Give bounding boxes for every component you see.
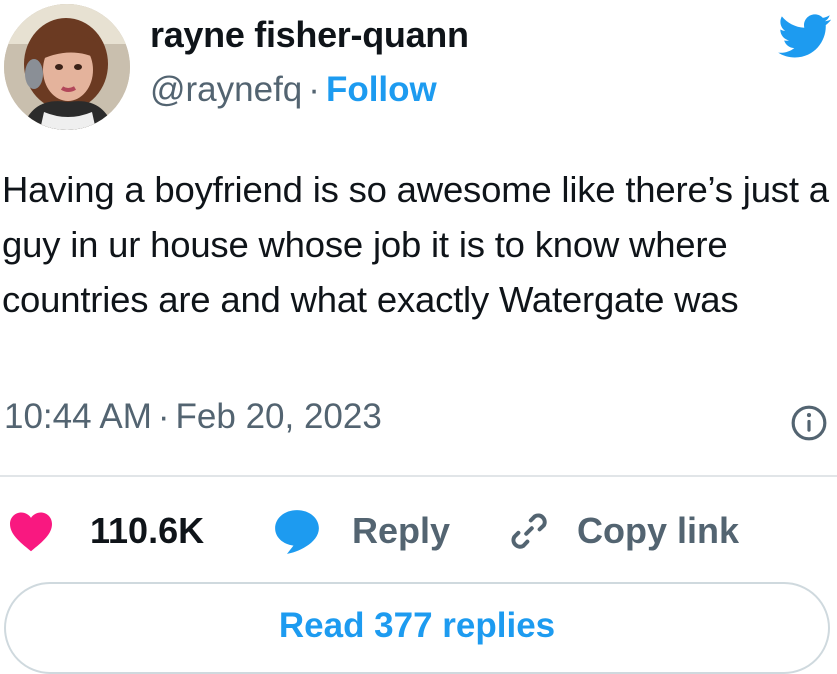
twitter-bird-icon[interactable] [776, 8, 832, 64]
author-display-name[interactable]: rayne fisher-quann [150, 14, 469, 56]
link-icon [511, 513, 547, 549]
author-handle-row: @raynefq · Follow [150, 70, 437, 110]
timestamp-separator: · [157, 397, 170, 436]
avatar-image [4, 4, 130, 130]
heart-icon [10, 512, 52, 552]
like-count: 110.6K [90, 510, 205, 551]
reply-label: Reply [352, 510, 451, 551]
tweet-date: Feb 20, 2023 [175, 397, 382, 436]
info-icon[interactable] [790, 404, 828, 442]
speech-bubble-icon [275, 510, 319, 554]
reply-button[interactable]: Reply [272, 505, 450, 557]
author-handle[interactable]: @raynefq [150, 70, 302, 109]
copy-link-label: Copy link [577, 510, 740, 551]
like-button[interactable]: 110.6K [8, 505, 204, 557]
read-replies-button[interactable]: Read 377 replies [4, 582, 830, 674]
handle-separator: · [308, 70, 320, 109]
tweet-timestamp[interactable]: 10:44 AM · Feb 20, 2023 [4, 397, 382, 437]
copy-link-button[interactable]: Copy link [507, 505, 739, 557]
author-avatar[interactable] [4, 4, 130, 130]
tweet-time: 10:44 AM [4, 397, 152, 436]
read-replies-label: Read 377 replies [278, 606, 556, 645]
follow-button[interactable]: Follow [326, 70, 437, 109]
divider [0, 475, 837, 477]
tweet-text: Having a boyfriend is so awesome like th… [2, 169, 829, 320]
